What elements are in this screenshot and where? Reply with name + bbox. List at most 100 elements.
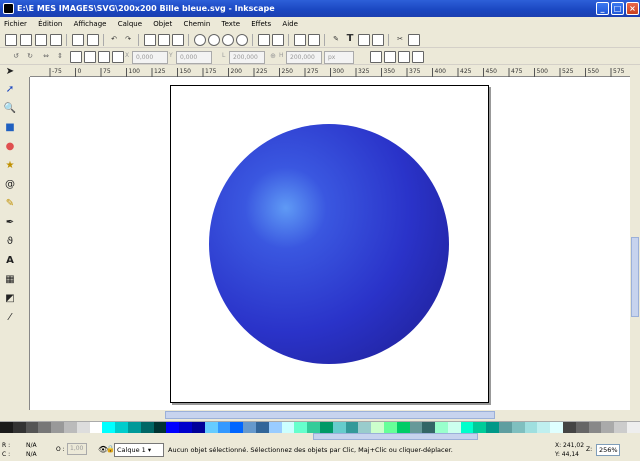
- ruler-tick-label: 375: [409, 68, 421, 75]
- move-patterns-icon[interactable]: [412, 51, 424, 63]
- vertical-scrollbar[interactable]: [630, 77, 640, 410]
- fill-stroke-icon[interactable]: ✎: [330, 34, 342, 46]
- xml-editor-icon[interactable]: [358, 34, 370, 46]
- page-border: [170, 85, 489, 403]
- text-font-icon[interactable]: T: [344, 34, 356, 46]
- ungroup-icon[interactable]: [308, 34, 320, 46]
- calligraphy-tool-icon[interactable]: ϑ: [3, 235, 17, 249]
- ruler-ticks: -75 0 75 100 125 150 175 200 225 250 275 300 325 350 3…: [49, 68, 625, 77]
- paste-icon[interactable]: [172, 34, 184, 46]
- color-palette[interactable]: [0, 421, 640, 434]
- zoom-selection-icon[interactable]: [194, 34, 206, 46]
- zoom-page-icon[interactable]: [222, 34, 234, 46]
- menu-calque[interactable]: Calque: [118, 20, 142, 28]
- blue-ball-drawing[interactable]: [209, 124, 449, 364]
- minimize-button[interactable]: _: [596, 2, 609, 15]
- palette-scroll-thumb[interactable]: [313, 433, 478, 440]
- menu-texte[interactable]: Texte: [222, 20, 240, 28]
- spray-tool-icon[interactable]: ▦: [3, 273, 17, 287]
- layer-select[interactable]: Calque 1 ▾: [114, 443, 164, 457]
- pencil-tool-icon[interactable]: ✎: [3, 197, 17, 211]
- horizontal-scroll-thumb[interactable]: [165, 411, 495, 419]
- drawing-canvas[interactable]: [30, 77, 630, 410]
- zoom-drawing-icon[interactable]: [208, 34, 220, 46]
- cut-icon[interactable]: [158, 34, 170, 46]
- zoom-width-icon[interactable]: [236, 34, 248, 46]
- horizontal-scrollbar[interactable]: [30, 410, 630, 420]
- text-tool-icon[interactable]: A: [3, 254, 17, 268]
- unit-select[interactable]: px: [324, 51, 354, 64]
- menu-aide[interactable]: Aide: [282, 20, 297, 28]
- menu-edition[interactable]: Édition: [38, 20, 62, 28]
- raise-top-icon[interactable]: [70, 51, 82, 63]
- palette-scrollbar[interactable]: [0, 433, 640, 440]
- document-properties-icon[interactable]: [408, 34, 420, 46]
- lock-ratio-icon[interactable]: ⊕: [267, 51, 279, 63]
- flip-v-icon[interactable]: ⇕: [54, 51, 66, 63]
- rotate-cw-icon[interactable]: ↻: [24, 51, 36, 63]
- group-icon[interactable]: [294, 34, 306, 46]
- ruler-tick-label: 175: [205, 68, 217, 75]
- scale-corners-icon[interactable]: [384, 51, 396, 63]
- flip-h-icon[interactable]: ⇔: [40, 51, 52, 63]
- pen-tool-icon[interactable]: ✒: [3, 216, 17, 230]
- node-tool-icon[interactable]: ➚: [3, 83, 17, 97]
- ruler-tick-label: 425: [460, 68, 472, 75]
- new-document-icon[interactable]: [5, 34, 17, 46]
- maximize-button[interactable]: □: [611, 2, 624, 15]
- cursor-y: Y: 44,14: [555, 451, 579, 458]
- menu-objet[interactable]: Objet: [153, 20, 172, 28]
- star-tool-icon[interactable]: ★: [3, 159, 17, 173]
- scale-stroke-icon[interactable]: [370, 51, 382, 63]
- height-label: H: [279, 52, 284, 59]
- lower-bottom-icon[interactable]: [112, 51, 124, 63]
- zoom-input[interactable]: 256%: [596, 444, 620, 456]
- fill-value: N/A: [26, 442, 37, 449]
- vertical-ruler: [20, 77, 30, 410]
- menu-bar: Fichier Édition Affichage Calque Objet C…: [0, 17, 640, 31]
- menu-affichage[interactable]: Affichage: [74, 20, 107, 28]
- opacity-input[interactable]: 1,00: [67, 443, 87, 455]
- ruler-tick-label: 225: [256, 68, 268, 75]
- ruler-tick-label: 200: [231, 68, 243, 75]
- gradient-tool-icon[interactable]: ◩: [3, 292, 17, 306]
- move-gradients-icon[interactable]: [398, 51, 410, 63]
- dropper-tool-icon[interactable]: ⁄: [3, 311, 17, 325]
- rotate-ccw-icon[interactable]: ↺: [10, 51, 22, 63]
- open-icon[interactable]: [20, 34, 32, 46]
- y-input[interactable]: 0,000: [176, 51, 212, 64]
- menu-effets[interactable]: Effets: [251, 20, 271, 28]
- rectangle-tool-icon[interactable]: ■: [3, 121, 17, 135]
- save-icon[interactable]: [35, 34, 47, 46]
- window-title: E:\E MES IMAGES\SVG\200x200 Bille bleue.…: [17, 4, 275, 13]
- selector-tool-icon[interactable]: ➤: [3, 65, 17, 79]
- lower-icon[interactable]: [98, 51, 110, 63]
- preferences-icon[interactable]: ✂: [394, 34, 406, 46]
- undo-icon[interactable]: ↶: [108, 34, 120, 46]
- stroke-value: N/A: [26, 451, 37, 458]
- align-distribute-icon[interactable]: [372, 34, 384, 46]
- zoom-tool-icon[interactable]: 🔍: [3, 102, 17, 116]
- ellipse-tool-icon[interactable]: ●: [3, 140, 17, 154]
- commands-toolbar: ↶ ↷ ✎ T ✂: [0, 32, 640, 48]
- import-icon[interactable]: [72, 34, 84, 46]
- spiral-tool-icon[interactable]: @: [3, 178, 17, 192]
- ruler-tick-label: 500: [537, 68, 549, 75]
- vertical-scroll-thumb[interactable]: [631, 237, 639, 317]
- title-bar: E:\E MES IMAGES\SVG\200x200 Bille bleue.…: [0, 0, 640, 17]
- x-input[interactable]: 0,000: [132, 51, 168, 64]
- copy-icon[interactable]: [144, 34, 156, 46]
- menu-fichier[interactable]: Fichier: [4, 20, 27, 28]
- clone-icon[interactable]: [272, 34, 284, 46]
- duplicate-icon[interactable]: [258, 34, 270, 46]
- export-icon[interactable]: [87, 34, 99, 46]
- raise-icon[interactable]: [84, 51, 96, 63]
- close-button[interactable]: ×: [626, 2, 639, 15]
- opacity-label: O :: [56, 446, 65, 453]
- redo-icon[interactable]: ↷: [122, 34, 134, 46]
- stroke-label: C :: [2, 451, 11, 458]
- height-input[interactable]: 200,000: [286, 51, 322, 64]
- width-input[interactable]: 200,000: [229, 51, 265, 64]
- print-icon[interactable]: [50, 34, 62, 46]
- menu-chemin[interactable]: Chemin: [183, 20, 210, 28]
